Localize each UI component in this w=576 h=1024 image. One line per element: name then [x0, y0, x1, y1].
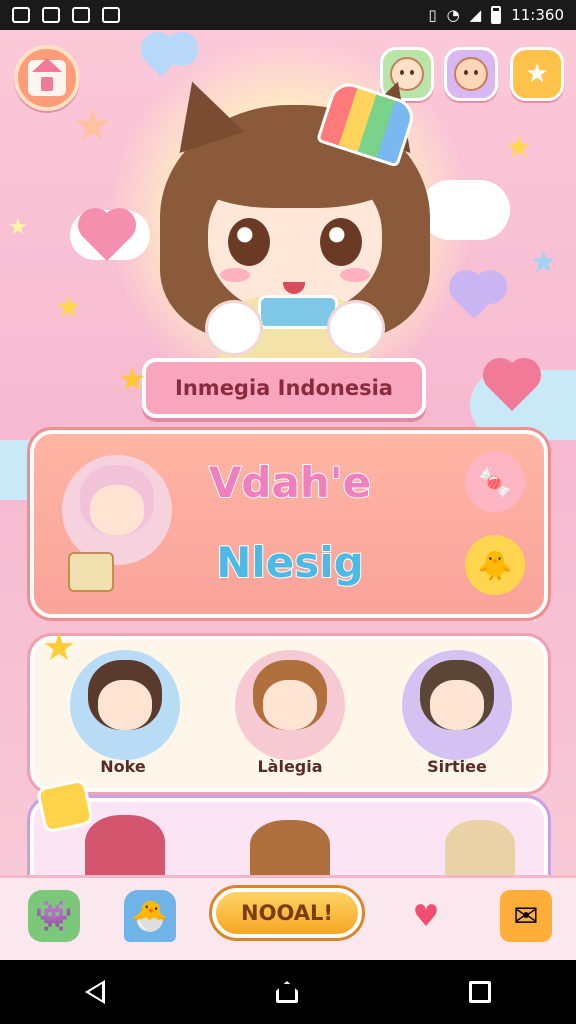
mascot-bow	[258, 295, 338, 329]
character-card-1[interactable]	[70, 650, 180, 760]
star-decoration: ★	[505, 130, 532, 165]
snack-bowl-icon	[68, 552, 114, 592]
favorites-button[interactable]: ★	[510, 47, 564, 101]
heart-decoration	[145, 45, 177, 77]
candy-icon[interactable]: 🍬	[465, 452, 525, 512]
signal-icon: ◢	[469, 6, 482, 24]
mascot-eye-right	[320, 218, 362, 266]
notification-location-icon	[42, 7, 60, 23]
star-decoration: ★	[118, 360, 147, 398]
character-card-6[interactable]	[445, 820, 515, 875]
star-icon: ★	[525, 59, 549, 89]
recent-apps-icon[interactable]	[468, 981, 491, 1003]
character-card-4[interactable]	[85, 815, 165, 875]
character-face	[90, 485, 144, 535]
character-icon[interactable]: 🐣	[124, 890, 176, 942]
mascot-blush	[220, 268, 250, 282]
mascot-eye-left	[228, 218, 270, 266]
star-decoration: ★	[72, 98, 114, 152]
messages-icon[interactable]: ✉	[500, 890, 552, 942]
title-banner: Inmegia Indonesia	[142, 358, 426, 418]
notification-media-icon	[102, 7, 120, 23]
star-decoration: ★	[55, 290, 82, 325]
mascot-hand-right	[327, 300, 385, 356]
status-bar: ▯ ◔ ◢ 11:360	[0, 0, 576, 30]
star-decoration: ★	[42, 625, 77, 669]
character-card-5[interactable]	[250, 820, 330, 875]
chick-icon[interactable]: 🐥	[465, 535, 525, 595]
mascot-hand-left	[205, 300, 263, 356]
notification-app-icon	[72, 7, 90, 23]
character-face	[98, 680, 152, 730]
vibrate-icon: ▯	[428, 6, 437, 24]
navigation-bar	[0, 960, 576, 1024]
panel-label-1[interactable]: Vdah'e	[190, 457, 390, 508]
wifi-icon: ◔	[446, 6, 460, 24]
heart-decoration	[454, 279, 494, 319]
mascot-blush	[340, 268, 370, 282]
panel-label-2[interactable]: Nlesig	[190, 537, 390, 588]
mascot-character	[150, 71, 440, 380]
page-title: Inmegia Indonesia	[175, 376, 393, 400]
character-face	[263, 680, 317, 730]
battery-icon	[491, 6, 502, 24]
character-card-2[interactable]	[235, 650, 345, 760]
panel-character-avatar	[62, 455, 172, 565]
monster-icon[interactable]: 👾	[28, 890, 80, 942]
star-decoration: ★	[8, 215, 28, 240]
home-nav-icon[interactable]	[275, 981, 298, 1003]
status-notifications	[12, 7, 120, 23]
play-button-label: NOOAL!	[241, 901, 333, 925]
character-face	[430, 680, 484, 730]
play-button[interactable]: NOOAL!	[209, 885, 365, 941]
star-decoration: ★	[530, 245, 557, 280]
character-name-3: Sirtiee	[427, 757, 487, 776]
status-system: ▯ ◔ ◢ 11:360	[428, 6, 564, 24]
avatar-face-icon	[454, 57, 488, 91]
character-name-1: Noke	[100, 757, 146, 776]
character-name-2: Làlegia	[257, 757, 323, 776]
notification-image-icon	[12, 7, 30, 23]
heart-icon[interactable]: ♥	[400, 890, 452, 942]
profile-button-2[interactable]	[444, 47, 498, 101]
back-icon[interactable]	[85, 980, 106, 1004]
home-icon	[28, 58, 66, 96]
character-card-3[interactable]	[402, 650, 512, 760]
home-button[interactable]	[14, 45, 80, 111]
status-time: 11:360	[511, 6, 564, 24]
